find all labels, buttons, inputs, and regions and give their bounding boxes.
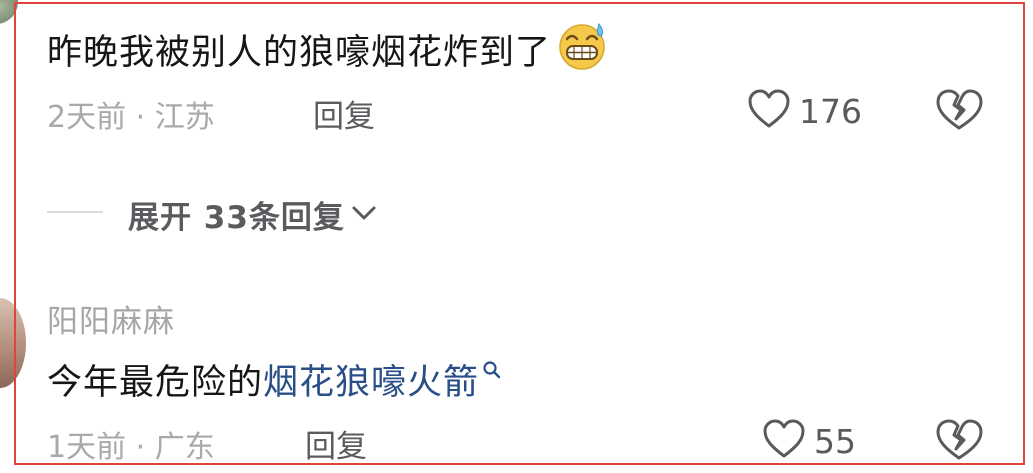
dislike-button[interactable] — [934, 88, 984, 136]
chevron-down-icon — [351, 203, 377, 227]
grinning-sweat-emoji-icon — [555, 20, 609, 79]
heart-outline-icon — [762, 418, 806, 464]
dislike-button[interactable] — [934, 418, 984, 466]
comment-text: 今年最危险的烟花狼嚎火箭 — [47, 349, 502, 405]
heart-outline-icon — [747, 88, 791, 134]
comment-meta: 1天前 · 广东 — [47, 430, 215, 465]
broken-heart-icon — [934, 419, 984, 466]
username[interactable]: 阳阳麻麻 — [47, 296, 175, 341]
comment-meta: 2天前 · 江苏 — [47, 100, 215, 135]
comment-body: 今年最危险的 — [47, 363, 264, 403]
reply-button[interactable]: 回复 — [313, 91, 375, 136]
like-button[interactable]: 176 — [747, 88, 862, 134]
comment-text: 昨晚我被别人的狼嚎烟花炸到了 — [47, 20, 609, 79]
reply-button[interactable]: 回复 — [305, 421, 367, 466]
expand-replies-label: 展开 33条回复 — [128, 200, 345, 236]
expand-divider — [47, 211, 103, 213]
comment-body: 昨晚我被别人的狼嚎烟花炸到了 — [47, 33, 552, 73]
like-button[interactable]: 55 — [762, 418, 856, 464]
search-link[interactable]: 烟花狼嚎火箭 — [263, 363, 479, 403]
like-count: 55 — [814, 421, 856, 461]
like-count: 176 — [799, 91, 862, 131]
search-icon[interactable] — [482, 349, 502, 389]
broken-heart-icon — [934, 89, 984, 136]
expand-replies-button[interactable]: 展开 33条回复 — [128, 192, 377, 237]
